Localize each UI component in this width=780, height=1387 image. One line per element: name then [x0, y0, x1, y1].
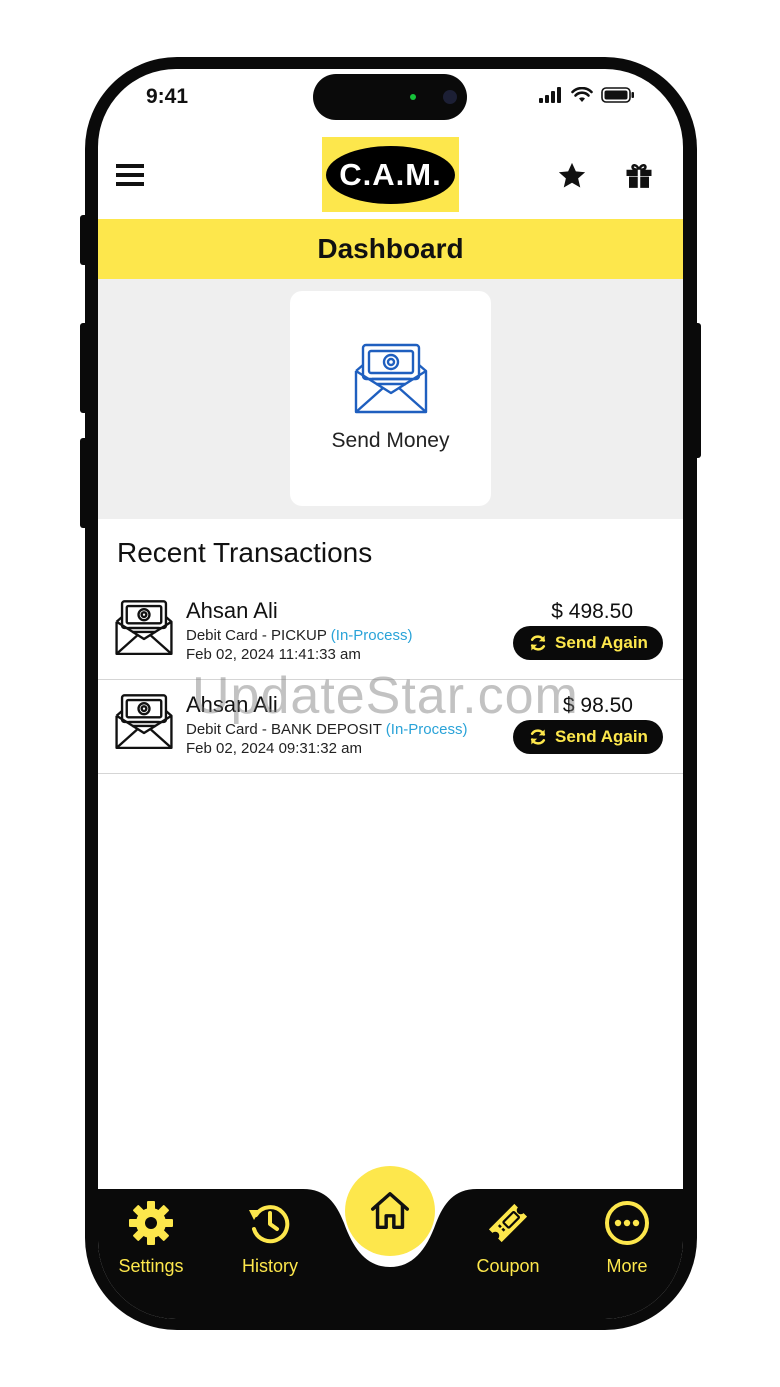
- app-header: C.A.M.: [98, 133, 683, 221]
- dynamic-island: [313, 74, 467, 120]
- nav-settings[interactable]: Settings: [101, 1199, 201, 1277]
- wifi-icon: [571, 87, 593, 102]
- favorites-button[interactable]: [557, 161, 587, 191]
- nav-history-label: History: [241, 1256, 298, 1276]
- bottom-nav: Settings History Coupon More: [98, 1166, 683, 1319]
- refresh-icon: [530, 729, 546, 745]
- nav-home-button[interactable]: [345, 1166, 435, 1256]
- page-title-bar: Dashboard: [98, 219, 683, 279]
- send-again-label: Send Again: [555, 633, 648, 652]
- nav-history[interactable]: History: [220, 1199, 320, 1277]
- gear-icon: [129, 1201, 173, 1245]
- page-title: Dashboard: [317, 233, 464, 264]
- nav-more-label: More: [606, 1256, 648, 1276]
- send-money-card[interactable]: Send Money: [290, 291, 491, 506]
- money-envelope-icon: [354, 343, 428, 414]
- battery-icon: [601, 87, 634, 103]
- recipient-name: Ahsan Ali: [186, 598, 278, 623]
- transaction-date: Feb 02, 2024 09:31:32 am: [186, 740, 362, 757]
- nav-coupon-label: Coupon: [476, 1256, 540, 1276]
- status-bar: 9:41: [98, 69, 683, 127]
- phone-side-button: [80, 438, 88, 528]
- phone-side-button: [693, 323, 701, 458]
- signal-icon: [539, 87, 561, 103]
- logo-ellipse: C.A.M.: [326, 146, 455, 204]
- status-icons: [539, 87, 635, 103]
- status-time: 9:41: [146, 85, 189, 108]
- payment-method: Debit Card - PICKUP: [186, 627, 327, 644]
- send-again-label: Send Again: [555, 727, 648, 746]
- logo-text: C.A.M.: [339, 157, 442, 192]
- nav-coupon[interactable]: Coupon: [458, 1199, 558, 1277]
- hamburger-menu-icon: [116, 164, 144, 186]
- phone-side-button: [80, 215, 88, 265]
- send-again-button[interactable]: Send Again: [513, 626, 663, 660]
- transaction-method: Debit Card - PICKUP (In-Process): [186, 627, 412, 644]
- quick-actions-area: Send Money: [98, 279, 683, 519]
- rewards-button[interactable]: [624, 161, 654, 191]
- status-badge: (In-Process): [330, 627, 413, 644]
- refresh-icon: [530, 635, 546, 651]
- money-envelope-icon: [115, 694, 173, 750]
- watermark: UpdateStar.com: [192, 667, 579, 725]
- money-envelope-icon: [115, 600, 173, 656]
- recent-transactions-title: Recent Transactions: [117, 537, 373, 568]
- send-money-label: Send Money: [331, 429, 450, 452]
- privacy-indicator-icon: [410, 94, 416, 100]
- nav-settings-label: Settings: [118, 1256, 184, 1276]
- menu-button[interactable]: [116, 163, 144, 187]
- home-icon: [371, 1192, 409, 1230]
- gift-icon: [626, 164, 652, 189]
- transaction-amount: $ 498.50: [551, 600, 633, 623]
- transaction-date: Feb 02, 2024 11:41:33 am: [186, 646, 361, 663]
- more-icon: [605, 1201, 649, 1245]
- ticket-icon: [488, 1203, 528, 1243]
- cam-logo: C.A.M.: [322, 137, 459, 212]
- front-camera-icon: [443, 90, 457, 104]
- history-icon: [249, 1205, 290, 1244]
- phone-side-button: [80, 323, 88, 413]
- star-icon: [558, 162, 586, 188]
- nav-more[interactable]: More: [577, 1199, 677, 1277]
